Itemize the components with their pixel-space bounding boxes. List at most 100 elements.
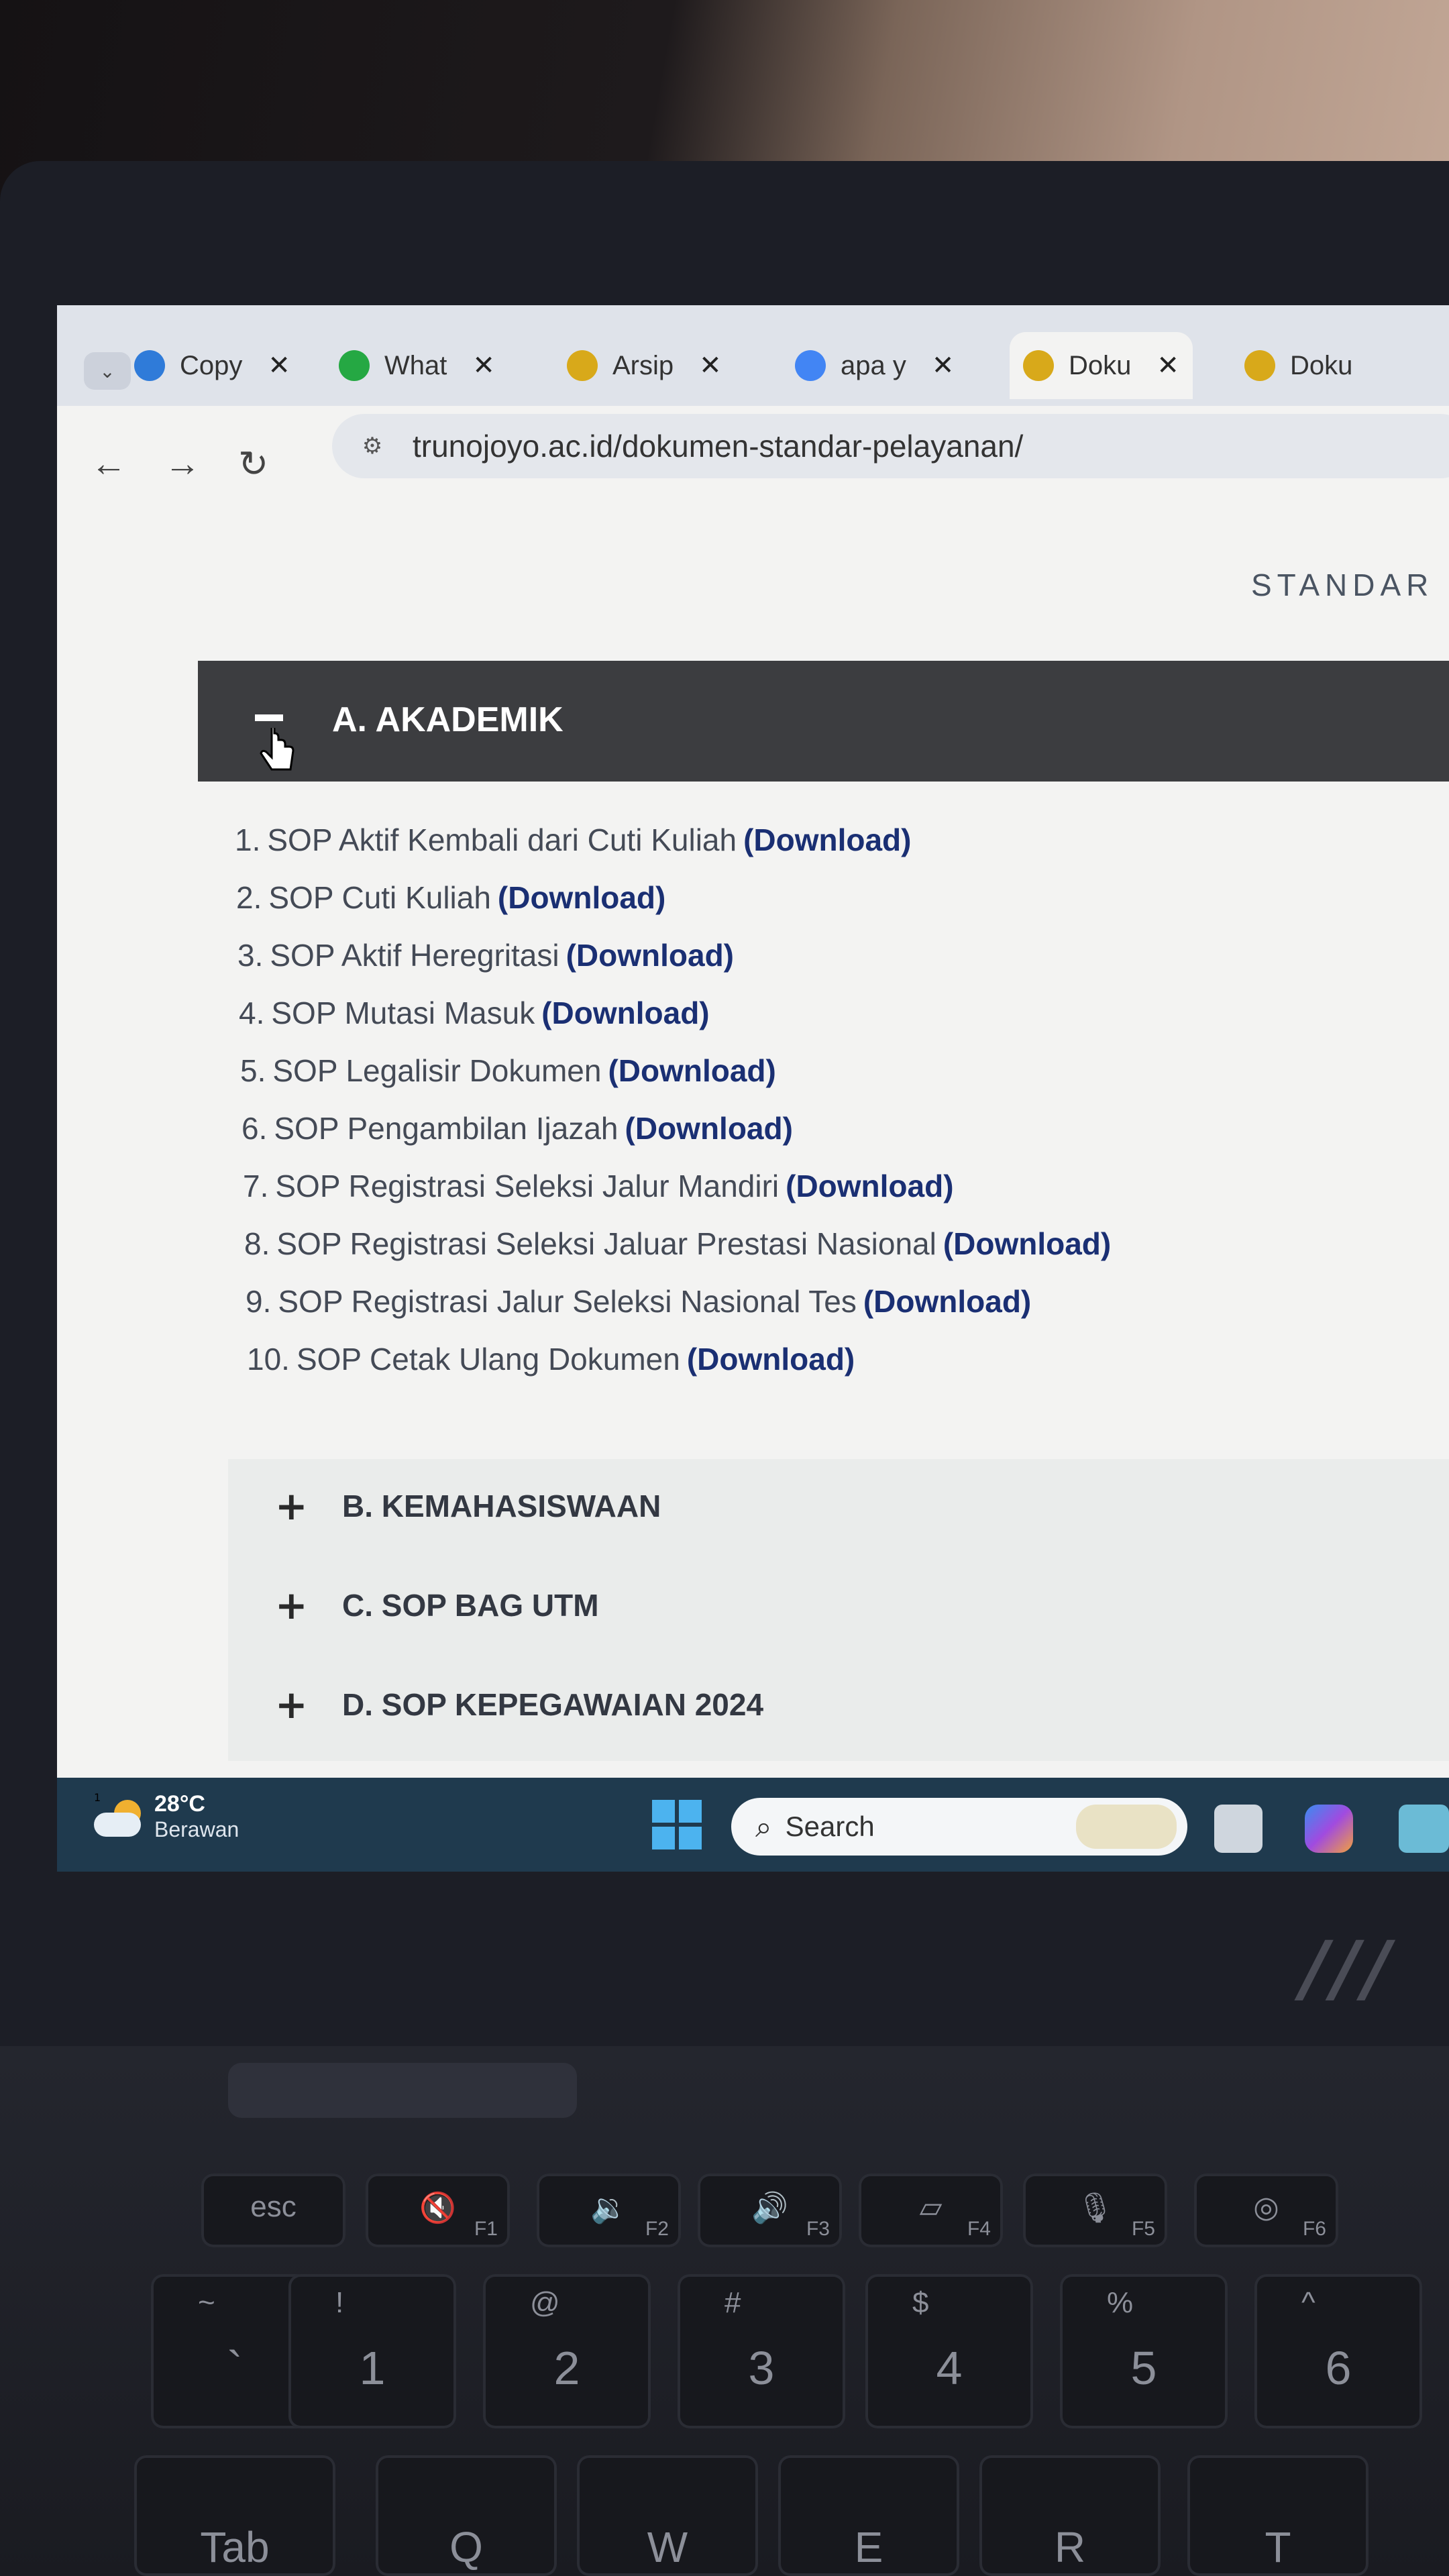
keyboard-letter-key[interactable]: T (1187, 2455, 1368, 2576)
accordion-section[interactable]: + B. KEMAHASISWAAN (228, 1459, 1449, 1553)
keyboard-letter-key[interactable]: R (979, 2455, 1161, 2576)
close-tab-icon[interactable]: ✕ (699, 350, 722, 381)
site-settings-icon[interactable]: ⚙ (352, 426, 392, 466)
item-text: SOP Aktif Heregritasi (270, 938, 559, 973)
back-button[interactable]: ← (91, 443, 127, 484)
hand-cursor-icon (260, 728, 294, 771)
key-label: Tab (200, 2523, 270, 2571)
keyboard-fn-key[interactable]: ◎ F6 (1194, 2174, 1338, 2247)
item-number: 5. (240, 1053, 266, 1088)
drive-icon (134, 350, 165, 381)
keyboard-fn-key[interactable]: 🔉 F2 (537, 2174, 681, 2247)
reload-button[interactable]: ↻ (238, 443, 268, 485)
keyboard-number-key[interactable]: ^ 6 (1254, 2274, 1422, 2428)
key-label: 5 (1130, 2342, 1157, 2394)
close-tab-icon[interactable]: ✕ (1157, 350, 1179, 381)
accordion-section-a[interactable]: A. AKADEMIK (198, 661, 1449, 782)
search-icon: ⌕ (755, 1809, 772, 1844)
utm-logo-icon (1244, 350, 1275, 381)
chevron-down-icon: ⌄ (99, 360, 115, 382)
download-link[interactable]: (Download) (743, 822, 911, 857)
key-label: 1 (359, 2342, 386, 2394)
key-label: W (647, 2523, 688, 2571)
browser-tab[interactable]: Arsip ✕ (553, 332, 735, 399)
browser-tab[interactable]: Copy ✕ (121, 332, 304, 399)
download-link[interactable]: (Download) (498, 880, 665, 915)
keyboard-letter-key[interactable]: W (577, 2455, 758, 2576)
keyboard-number-key[interactable]: % 5 (1060, 2274, 1228, 2428)
key-shift-label: ! (335, 2286, 344, 2319)
whatsapp-icon (339, 350, 370, 381)
download-link[interactable]: (Download) (625, 1111, 793, 1146)
item-text: SOP Pengambilan Ijazah (274, 1111, 619, 1146)
keyboard-number-key[interactable]: $4 (865, 2274, 1033, 2428)
reload-icon: ↻ (238, 444, 269, 484)
key-shift-label: @ (530, 2286, 560, 2319)
browser-tab[interactable]: What ✕ (325, 332, 508, 399)
arrow-left-icon: ← (91, 443, 127, 484)
sop-list: 1. SOP Aktif Kembali dari Cuti Kuliah (Dow… (235, 822, 1111, 1399)
item-number: 3. (237, 938, 264, 973)
key-label: esc (250, 2190, 297, 2223)
browser-window: ⌄ ← → ↻ ⚙ trunojoyo.ac.id/dokumen-standa… (57, 305, 1449, 1831)
app-icon[interactable] (1399, 1805, 1449, 1853)
item-text: SOP Registrasi Seleksi Jaluar Prestasi N… (276, 1226, 936, 1261)
url-text: trunojoyo.ac.id/dokumen-standar-pelayana… (413, 429, 1024, 464)
item-text: SOP Aktif Kembali dari Cuti Kuliah (267, 822, 737, 857)
collapse-icon[interactable] (255, 714, 283, 721)
key-label: T (1265, 2523, 1291, 2571)
tab-title: What (384, 350, 447, 380)
keyboard-number-key[interactable]: #3 (678, 2274, 845, 2428)
keyboard-fn-key[interactable]: 🎙 F5 (1023, 2174, 1167, 2247)
accordion-section[interactable]: + C. SOP BAG UTM (228, 1558, 1449, 1652)
tab-title: Copy (180, 350, 243, 380)
keyboard-letter-key[interactable]: E (778, 2455, 959, 2576)
item-number: 7. (243, 1169, 269, 1203)
download-link[interactable]: (Download) (943, 1226, 1111, 1261)
task-view-icon[interactable] (1214, 1805, 1263, 1853)
download-link[interactable]: (Download) (863, 1284, 1031, 1319)
keyboard-letter-key[interactable]: Q (376, 2455, 557, 2576)
section-title: D. SOP KEPEGAWAIAN 2024 (342, 1687, 764, 1722)
taskbar-search[interactable]: ⌕ Search (731, 1798, 1187, 1856)
key-shift-label: ^ (1301, 2286, 1316, 2319)
search-highlight-icon (1076, 1805, 1177, 1849)
forward-button[interactable]: → (164, 443, 201, 484)
download-link[interactable]: (Download) (541, 996, 709, 1030)
keyboard-letter-key[interactable]: Tab (134, 2455, 335, 2576)
expand-icon[interactable]: + (275, 1582, 329, 1628)
accordion-section[interactable]: + D. SOP KEPEGAWAIAN 2024 (228, 1658, 1449, 1752)
close-tab-icon[interactable]: ✕ (268, 350, 290, 381)
expand-icon[interactable]: + (275, 1682, 329, 1727)
close-tab-icon[interactable]: ✕ (932, 350, 955, 381)
keyboard-number-key[interactable]: ! 1 (288, 2274, 456, 2428)
sop-list-item: 6. SOP Pengambilan Ijazah (Download) (235, 1110, 1111, 1168)
weather-widget[interactable]: 28°C Berawan (94, 1791, 239, 1842)
keyboard-number-key[interactable]: @2 (483, 2274, 651, 2428)
sop-list-item: 4. SOP Mutasi Masuk (Download) (235, 995, 1111, 1053)
download-link[interactable]: (Download) (786, 1169, 953, 1203)
start-button[interactable] (652, 1800, 702, 1849)
copilot-icon[interactable] (1305, 1805, 1353, 1853)
utm-logo-icon (1023, 350, 1054, 381)
address-bar[interactable]: ⚙ trunojoyo.ac.id/dokumen-standar-pelaya… (332, 414, 1449, 478)
item-text: SOP Registrasi Seleksi Jalur Mandiri (275, 1169, 780, 1203)
sop-list-item: 8. SOP Registrasi Seleksi Jaluar Prestasi… (235, 1226, 1111, 1283)
keyboard-fn-key[interactable]: 🔊 F3 (698, 2174, 842, 2247)
browser-tab[interactable]: Doku (1231, 332, 1366, 399)
expand-icon[interactable]: + (275, 1483, 329, 1529)
close-tab-icon[interactable]: ✕ (472, 350, 495, 381)
keyboard-fn-key[interactable]: esc (201, 2174, 345, 2247)
browser-tab[interactable]: apa y ✕ (782, 332, 967, 399)
download-link[interactable]: (Download) (566, 938, 734, 973)
page-content: STANDAR A. AKADEMIK 1. SOP Aktif Kembali … (57, 506, 1449, 1831)
key-label: E (854, 2523, 883, 2571)
keyboard-fn-key[interactable]: ▱ F4 (859, 2174, 1003, 2247)
laptop-brand-logo: /// (1301, 1925, 1395, 2011)
browser-tab[interactable]: Doku ✕ (1010, 332, 1193, 399)
download-link[interactable]: (Download) (687, 1342, 855, 1377)
tab-title: Arsip (612, 350, 674, 380)
download-link[interactable]: (Download) (608, 1053, 775, 1088)
item-number: 1. (235, 822, 261, 857)
keyboard-fn-key[interactable]: 🔇 F1 (366, 2174, 510, 2247)
